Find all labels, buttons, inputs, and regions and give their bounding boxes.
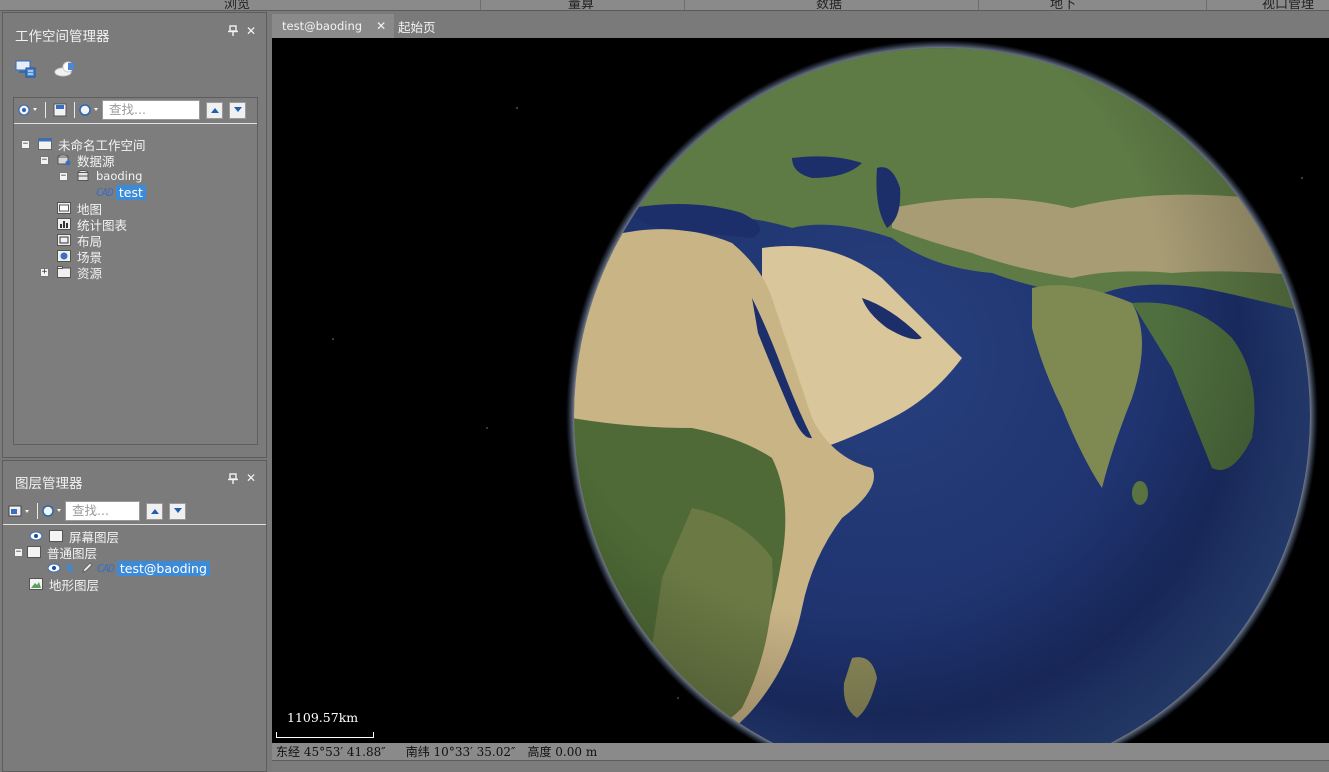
scale-ruler: [276, 732, 374, 738]
workspace-tab-icon[interactable]: [15, 60, 37, 78]
toolbar-divider: [45, 102, 46, 118]
terrain-layer-icon: [29, 578, 43, 590]
search-up-button[interactable]: [146, 502, 163, 520]
panel-title: 图层管理器: [15, 476, 83, 492]
ribbon-group-underground[interactable]: 地下: [1050, 0, 1076, 10]
open-workspace-button[interactable]: [16, 101, 42, 119]
layer-normal[interactable]: − 普通图层: [14, 544, 98, 561]
tree-label: test@baoding: [116, 560, 210, 576]
tree-label: 资源: [77, 265, 103, 281]
tab-scene-test-baoding[interactable]: test@baoding ✕: [272, 14, 395, 38]
ribbon-divider: [1206, 0, 1207, 10]
pin-icon[interactable]: [228, 473, 238, 488]
ribbon-group-measure[interactable]: 量算: [568, 0, 594, 10]
coordinate-status-bar: 东经 45°53′ 41.88″ 南纬 10°33′ 35.02″ 高度 0.0…: [272, 743, 1329, 760]
longitude-readout: 东经 45°53′ 41.88″: [276, 745, 386, 759]
cad-dataset-icon: CAD: [96, 185, 114, 199]
tree-label: baoding: [96, 169, 143, 183]
workspace-search-input[interactable]: 查找...: [102, 100, 200, 120]
ribbon-group-browse[interactable]: 浏览: [224, 0, 250, 10]
ribbon-divider: [978, 0, 979, 10]
scene-folder-icon: [57, 250, 71, 262]
collapse-toggle[interactable]: −: [14, 547, 23, 557]
scale-label: 1109.57km: [287, 710, 359, 725]
search-down-button[interactable]: [229, 101, 246, 119]
search-up-button[interactable]: [206, 101, 223, 119]
bottom-strip: [272, 760, 1329, 772]
layer-manager-panel: 图层管理器 ✕ 查找... 屏幕图层 − 普通图层 CAD test@baodi…: [2, 460, 267, 772]
save-workspace-button[interactable]: [49, 101, 71, 119]
normal-layer-icon: [27, 546, 41, 558]
tree-label: 数据源: [77, 153, 115, 169]
globe-image: [332, 40, 1318, 743]
datasources-icon: [57, 154, 71, 166]
close-icon[interactable]: ✕: [246, 471, 256, 485]
layout-folder-icon: [57, 234, 71, 246]
eye-icon[interactable]: [47, 562, 61, 574]
toolbar-divider: [74, 102, 75, 118]
add-layer-button[interactable]: [6, 502, 34, 520]
toolbar-underline: [3, 524, 266, 525]
close-icon[interactable]: ✕: [376, 19, 386, 33]
tree-dataset-test[interactable]: CAD test: [96, 184, 146, 200]
tree-datasources[interactable]: − 数据源: [40, 152, 115, 169]
collapse-toggle[interactable]: −: [59, 171, 68, 181]
workspace-toolbar: 查找...: [16, 98, 246, 122]
workspace-icon: [38, 138, 52, 150]
filter-dropdown-button[interactable]: [78, 101, 102, 119]
layer-terrain[interactable]: 地形图层: [29, 576, 100, 593]
resource-folder-icon: [57, 266, 71, 278]
tree-label: test: [115, 184, 146, 200]
edit-icon[interactable]: [81, 562, 93, 574]
collapse-toggle[interactable]: −: [21, 139, 30, 149]
screen-layer-icon: [49, 530, 63, 542]
altitude-readout: 高度 0.00 m: [527, 745, 598, 759]
ribbon-group-viewport[interactable]: 视口管理: [1262, 0, 1314, 10]
ribbon-strip: 浏览 量算 数据 地下 视口管理: [0, 0, 1329, 11]
toolbar-divider: [37, 503, 38, 519]
scene-viewport[interactable]: 1109.57km: [272, 38, 1329, 743]
tree-resources[interactable]: + 资源: [40, 264, 103, 281]
workspace-tree-container: 查找... − 未命名工作空间 − 数据源 − baoding CAD test…: [13, 97, 258, 445]
cad-layer-icon: CAD: [97, 561, 115, 575]
filter-dropdown-button[interactable]: [41, 502, 65, 520]
scene-tab-icon[interactable]: [54, 60, 76, 78]
ribbon-divider: [480, 0, 481, 10]
tree-datasource-baoding[interactable]: − baoding: [59, 168, 142, 184]
layer-search-input[interactable]: 查找...: [65, 501, 140, 521]
collapse-toggle[interactable]: −: [40, 155, 49, 165]
tab-start-page[interactable]: 起始页: [398, 14, 436, 38]
tree-label: 普通图层: [47, 545, 98, 561]
pin-icon[interactable]: [228, 25, 238, 40]
workspace-manager-panel: 工作空间管理器 ✕ 查找... − 未命名工作空间 − 数据源 − baodin…: [2, 12, 267, 458]
tab-label: test@baoding: [282, 19, 363, 33]
latitude-readout: 南纬 10°33′ 35.02″: [405, 745, 516, 759]
ribbon-divider: [684, 0, 685, 10]
toolbar-underline: [14, 123, 257, 124]
expand-toggle[interactable]: +: [40, 267, 49, 277]
document-tabs: test@baoding ✕ 起始页: [272, 12, 1329, 38]
database-icon: [76, 170, 90, 182]
layer-toolbar: 查找...: [6, 499, 186, 523]
select-icon[interactable]: [65, 562, 77, 574]
ribbon-group-data[interactable]: 数据: [816, 0, 842, 10]
tree-label: 地形图层: [49, 577, 100, 593]
panel-title: 工作空间管理器: [15, 29, 110, 45]
eye-icon[interactable]: [29, 530, 43, 542]
tab-label: 起始页: [398, 19, 436, 35]
search-down-button[interactable]: [169, 502, 186, 520]
close-icon[interactable]: ✕: [246, 24, 256, 38]
chart-folder-icon: [57, 218, 71, 230]
map-folder-icon: [57, 202, 71, 214]
